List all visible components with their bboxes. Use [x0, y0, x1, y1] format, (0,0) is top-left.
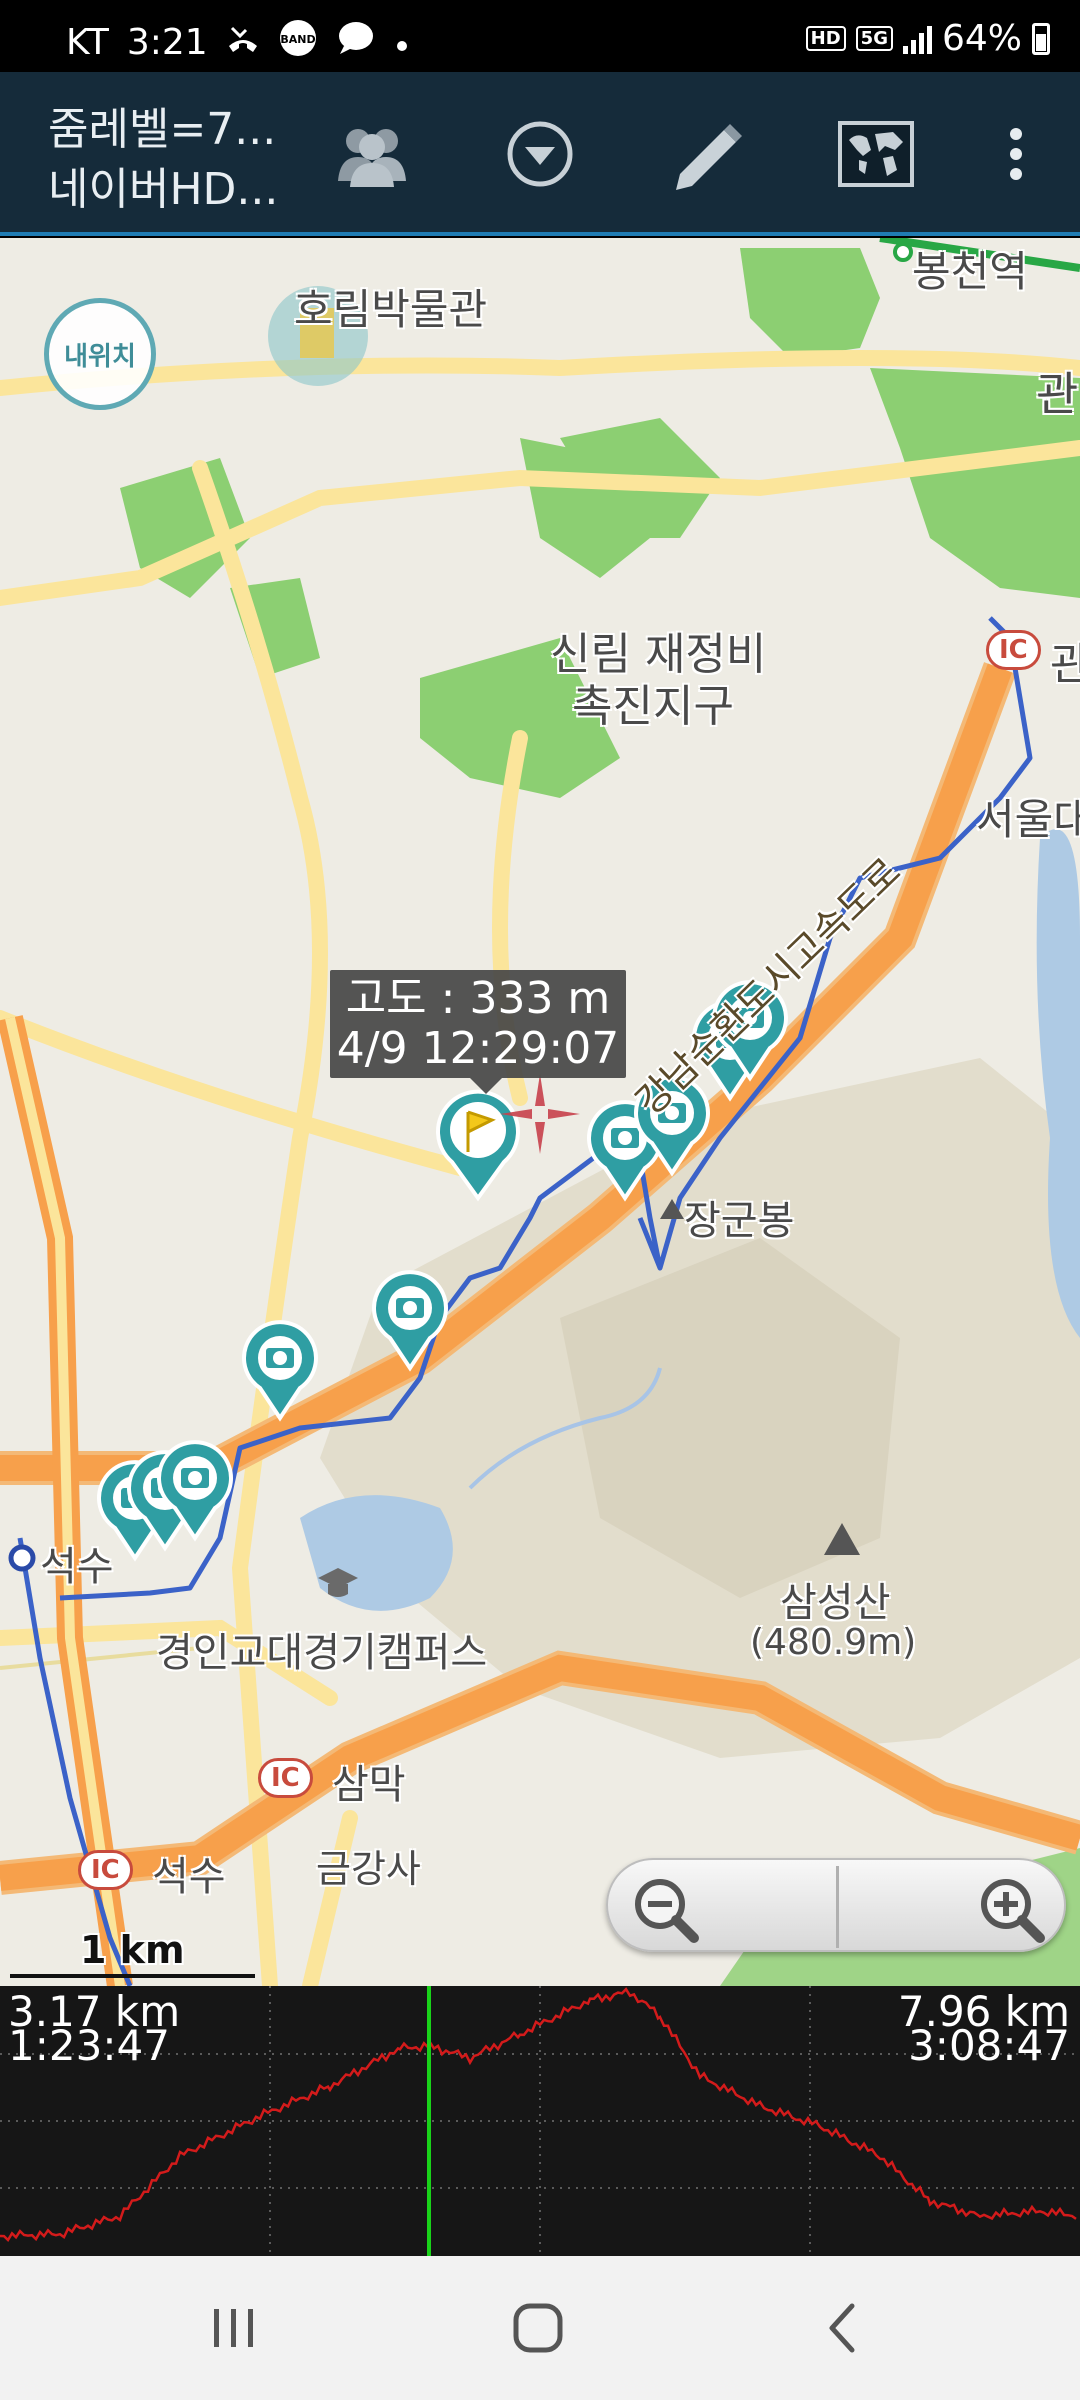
label-seoksu-left: 석수 — [40, 1544, 114, 1590]
label-ic-right: 관 — [1050, 639, 1080, 690]
label-peak-samseong: 삼성산 — [780, 1580, 891, 1626]
zoom-in-button[interactable] — [974, 1872, 1045, 1943]
notification-dot-icon — [394, 22, 410, 63]
recent-apps-icon — [214, 2309, 253, 2347]
track-point-tooltip: 고도 : 333 m 4/9 12:29:07 — [330, 970, 626, 1094]
hd-voice-icon: HD — [805, 26, 846, 51]
signal-icon — [902, 24, 932, 54]
label-station: 봉천역 — [912, 247, 1028, 296]
more-vert-icon — [1010, 128, 1022, 180]
missed-call-icon — [226, 22, 260, 63]
map-scale-bar: 1 km — [10, 1928, 255, 1980]
map-view[interactable]: 내위치 호림박물관 봉천역 관 신림 재정비 촉진지구 IC 관 서울대 강남순… — [0, 238, 1080, 1986]
battery-icon — [1032, 22, 1050, 55]
zoom-in-icon — [981, 1879, 1045, 1943]
profile-right-time: 3:08:47 — [908, 2021, 1070, 2070]
label-campus: 경인교대경기캠퍼스 — [156, 1630, 488, 1676]
ic-badge: IC — [78, 1850, 133, 1890]
zoom-level-label: 줌레벨=7... — [48, 104, 277, 155]
scale-label: 1 km — [80, 1928, 185, 1972]
map-type-button[interactable] — [834, 112, 918, 196]
ic-badge: IC — [258, 1758, 313, 1798]
more-options-button[interactable] — [974, 112, 1058, 196]
map-source-title[interactable]: 줌레벨=7... 네이버HD... — [48, 100, 278, 220]
group-icon — [338, 129, 406, 187]
ic-badge: IC — [986, 630, 1041, 670]
zoom-control — [606, 1858, 1066, 1952]
world-map-icon — [838, 121, 914, 187]
status-bar: KT 3:21 BAND HD 5G 64% — [0, 0, 1080, 72]
clock: 3:21 — [126, 22, 208, 63]
map-provider-label: 네이버HD... — [48, 164, 279, 215]
chat-bubble-icon — [336, 20, 376, 65]
timestamp-readout: 4/9 12:29:07 — [336, 1023, 620, 1074]
elevation-profile[interactable]: 3.17 km 1:23:47 7.96 km 3:08:47 — [0, 1986, 1080, 2256]
zoom-out-button[interactable] — [628, 1872, 699, 1943]
home-button[interactable] — [502, 2292, 574, 2364]
recent-apps-button[interactable] — [198, 2292, 270, 2364]
label-redevelopment-2: 촉진지구 — [572, 681, 734, 732]
pencil-icon — [676, 124, 742, 190]
label-ic-sammak: 삼막 — [332, 1762, 406, 1808]
carrier-label: KT — [66, 22, 109, 63]
label-edge-top: 관 — [1036, 367, 1079, 421]
profile-left-time: 1:23:47 — [8, 2021, 170, 2070]
back-button[interactable] — [806, 2292, 878, 2364]
label-ic-seoksu: 석수 — [152, 1854, 226, 1900]
label-peak-samseong-alt: (480.9m) — [750, 1622, 917, 1663]
altitude-readout: 고도 : 333 m — [345, 973, 611, 1024]
label-peak-janggun: 장군봉 — [684, 1198, 795, 1244]
edit-button[interactable] — [666, 112, 750, 196]
dropdown-circle-icon — [507, 121, 573, 187]
zoom-out-icon — [635, 1879, 699, 1943]
group-button[interactable] — [330, 112, 414, 196]
home-icon — [513, 2303, 563, 2353]
back-icon — [829, 2303, 855, 2353]
map-canvas — [0, 238, 1080, 1986]
label-seoul-univ: 서울대 — [976, 795, 1080, 844]
flag-marker — [436, 1089, 520, 1202]
network-5g-icon: 5G — [855, 26, 893, 51]
label-geumgangsa: 금강사 — [316, 1847, 421, 1891]
battery-percent: 64% — [941, 18, 1022, 59]
band-app-icon: BAND — [278, 18, 318, 67]
svg-text:BAND: BAND — [280, 33, 315, 46]
app-header: 줌레벨=7... 네이버HD... — [0, 72, 1080, 236]
system-nav-bar — [0, 2256, 1080, 2400]
label-museum: 호림박물관 — [294, 285, 488, 334]
my-location-button[interactable]: 내위치 — [44, 298, 156, 410]
dropdown-button[interactable] — [498, 112, 582, 196]
